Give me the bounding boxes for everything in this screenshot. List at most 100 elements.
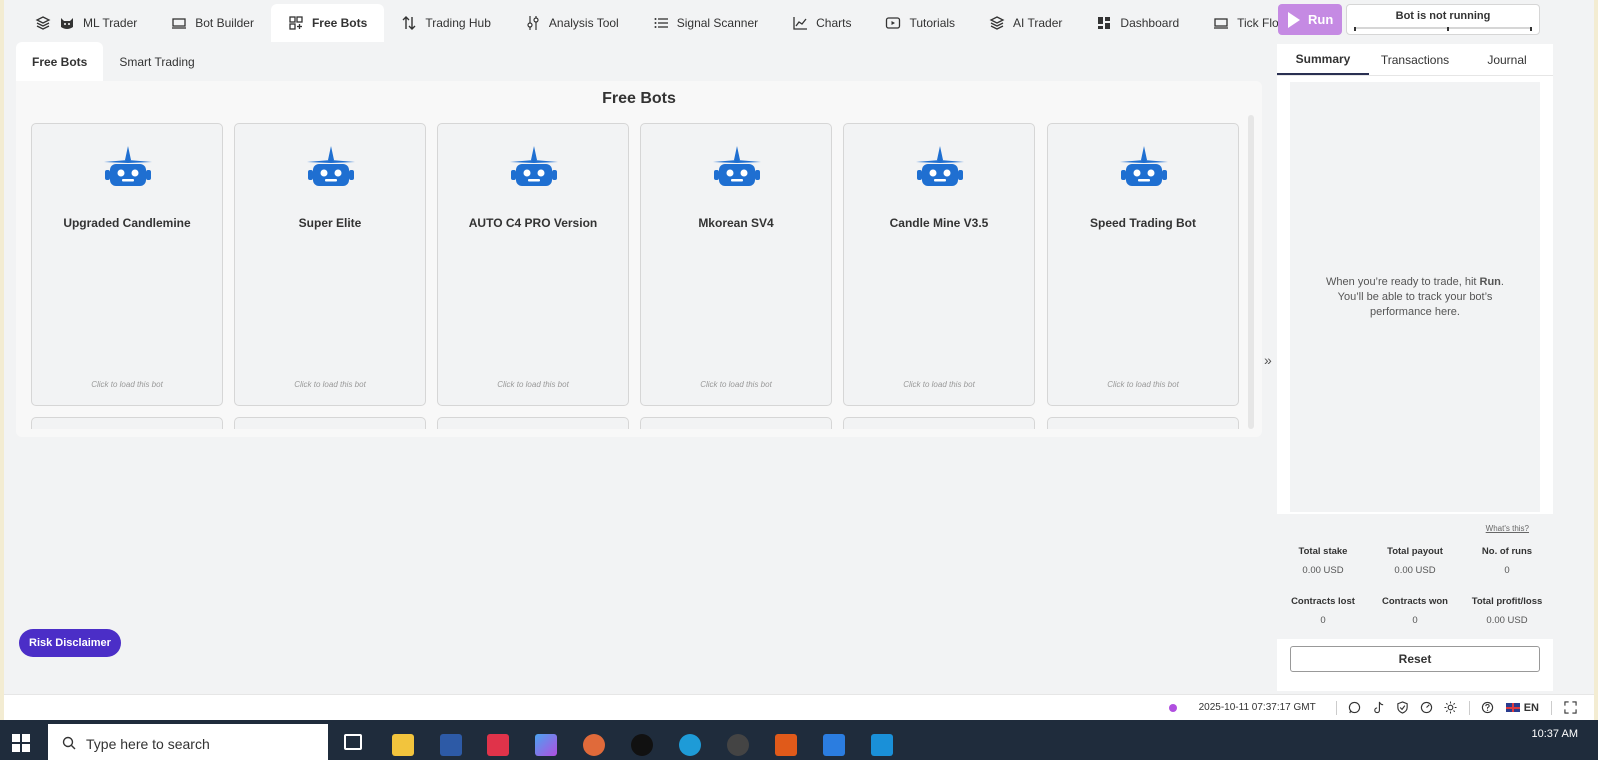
fullscreen-icon[interactable] [1561, 700, 1579, 716]
divider [1468, 700, 1470, 715]
nav-bot-builder[interactable]: Bot Builder [154, 4, 271, 42]
shield-check-icon[interactable] [1394, 700, 1412, 716]
layers-icon [989, 15, 1005, 31]
tiktok-icon[interactable] [1370, 700, 1388, 716]
subtab-free-bots[interactable]: Free Bots [16, 42, 104, 81]
nav-label: Free Bots [311, 16, 368, 30]
stat-contracts-lost: Contracts lost 0 [1277, 596, 1369, 626]
stat-contracts-won: Contracts won 0 [1369, 596, 1461, 626]
tab-journal[interactable]: Journal [1461, 44, 1553, 75]
top-nav: ML Trader Bot Builder Free Bots Trading … [18, 4, 1340, 42]
bot-card[interactable]: Super Elite Click to load this bot [234, 123, 426, 406]
collapse-panel-icon[interactable]: » [1264, 352, 1272, 368]
server-time: 2025-10-11 07:37:17 GMT [1198, 702, 1316, 713]
bot-card[interactable] [843, 417, 1035, 429]
nav-tutorials[interactable]: Tutorials [868, 4, 972, 42]
arrows-updown-icon [401, 15, 417, 31]
bot-card[interactable]: Upgraded Candlemine Click to load this b… [31, 123, 223, 406]
nav-analysis-tool[interactable]: Analysis Tool [508, 4, 636, 42]
stat-label: Total payout [1387, 546, 1443, 557]
nav-free-bots[interactable]: Free Bots [270, 4, 385, 42]
bot-card[interactable] [31, 417, 223, 429]
sun-icon[interactable] [1442, 700, 1460, 716]
bot-card[interactable]: Candle Mine V3.5 Click to load this bot [843, 123, 1035, 406]
bot-card[interactable] [234, 417, 426, 429]
nav-label: ML Trader [83, 16, 138, 30]
robot-icon [104, 146, 152, 186]
tiktok-app-icon[interactable] [631, 734, 653, 756]
music-app-icon[interactable] [487, 734, 509, 756]
status-tick [1354, 27, 1356, 31]
bot-name: AUTO C4 PRO Version [468, 216, 598, 230]
help-icon[interactable] [1479, 700, 1497, 716]
app-icon[interactable] [727, 734, 749, 756]
stat-label: Total stake [1298, 546, 1348, 557]
robot-icon [307, 146, 355, 186]
bot-hint: Click to load this bot [294, 380, 366, 389]
nav-label: Analysis Tool [548, 16, 619, 30]
store-icon[interactable] [823, 734, 845, 756]
reset-button[interactable]: Reset [1290, 646, 1540, 672]
whatsapp-icon[interactable] [1346, 700, 1364, 716]
tab-summary[interactable]: Summary [1277, 44, 1369, 75]
sub-tabs: Free Bots Smart Trading [16, 42, 211, 81]
subtab-smart-trading[interactable]: Smart Trading [103, 42, 210, 81]
run-panel: Summary Transactions Journal When you’re… [1277, 44, 1553, 691]
bot-hint: Click to load this bot [700, 380, 772, 389]
empty-text: When you’re ready to trade, hit [1326, 275, 1480, 288]
scrollbar[interactable] [1248, 115, 1254, 429]
windows-start-icon[interactable] [12, 734, 30, 752]
stat-label: Contracts lost [1291, 596, 1355, 607]
gauge-icon[interactable] [1418, 700, 1436, 716]
file-explorer-icon[interactable] [392, 734, 414, 756]
status-tick [1447, 27, 1449, 31]
nav-label: Signal Scanner [676, 16, 759, 30]
system-clock[interactable]: 10:37 AM [1532, 728, 1578, 740]
run-panel-tabs: Summary Transactions Journal [1277, 44, 1553, 76]
tab-transactions[interactable]: Transactions [1369, 44, 1461, 75]
nav-charts[interactable]: Charts [775, 4, 868, 42]
risk-disclaimer-button[interactable]: Risk Disclaimer [19, 629, 121, 657]
list-icon [653, 15, 669, 31]
language-selector[interactable]: EN [1505, 701, 1539, 714]
taskbar-search[interactable]: Type here to search [48, 724, 328, 760]
divider [1551, 700, 1552, 715]
nav-label: Tutorials [909, 16, 956, 30]
summary-empty-state: When you’re ready to trade, hit Run. You… [1290, 82, 1540, 512]
stat-value: 0.00 USD [1394, 565, 1436, 576]
nav-dashboard[interactable]: Dashboard [1079, 4, 1196, 42]
nav-signal-scanner[interactable]: Signal Scanner [636, 4, 775, 42]
play-icon [1288, 11, 1300, 28]
task-view-icon[interactable] [344, 734, 362, 750]
bot-card[interactable]: AUTO C4 PRO Version Click to load this b… [437, 123, 629, 406]
whats-this-link[interactable]: What's this? [1486, 524, 1529, 533]
bot-status-text: Bot is not running [1395, 10, 1491, 22]
app-icon[interactable] [775, 734, 797, 756]
bot-card[interactable]: Mkorean SV4 Click to load this bot [640, 123, 832, 406]
connection-status-dot [1168, 703, 1177, 712]
search-icon [62, 736, 76, 750]
play-icon [885, 15, 901, 31]
nav-ml-trader[interactable]: ML Trader [18, 4, 154, 42]
bot-name: Candle Mine V3.5 [889, 216, 989, 230]
bot-card[interactable] [640, 417, 832, 429]
edge-browser-icon[interactable] [679, 734, 701, 756]
bot-name: Speed Trading Bot [1089, 216, 1196, 230]
app-icon[interactable] [440, 734, 462, 756]
nav-trading-hub[interactable]: Trading Hub [384, 4, 508, 42]
bot-name: Super Elite [298, 216, 362, 230]
stat-label: No. of runs [1481, 546, 1533, 557]
stat-no-of-runs: No. of runs 0 [1461, 546, 1553, 576]
chart-line-icon [792, 15, 808, 31]
app-icon[interactable] [871, 734, 893, 756]
stat-total-stake: Total stake 0.00 USD [1277, 546, 1369, 576]
bot-card[interactable] [1047, 417, 1239, 429]
bot-card[interactable] [437, 417, 629, 429]
run-button[interactable]: Run [1278, 4, 1342, 35]
language-code: EN [1523, 701, 1539, 714]
bot-card[interactable]: Speed Trading Bot Click to load this bot [1047, 123, 1239, 406]
copilot-icon[interactable] [535, 734, 557, 756]
app-icon[interactable] [583, 734, 605, 756]
nav-ai-trader[interactable]: AI Trader [972, 4, 1079, 42]
free-bots-panel: Free Bots Upgraded Candlemine Click to l… [16, 81, 1262, 437]
